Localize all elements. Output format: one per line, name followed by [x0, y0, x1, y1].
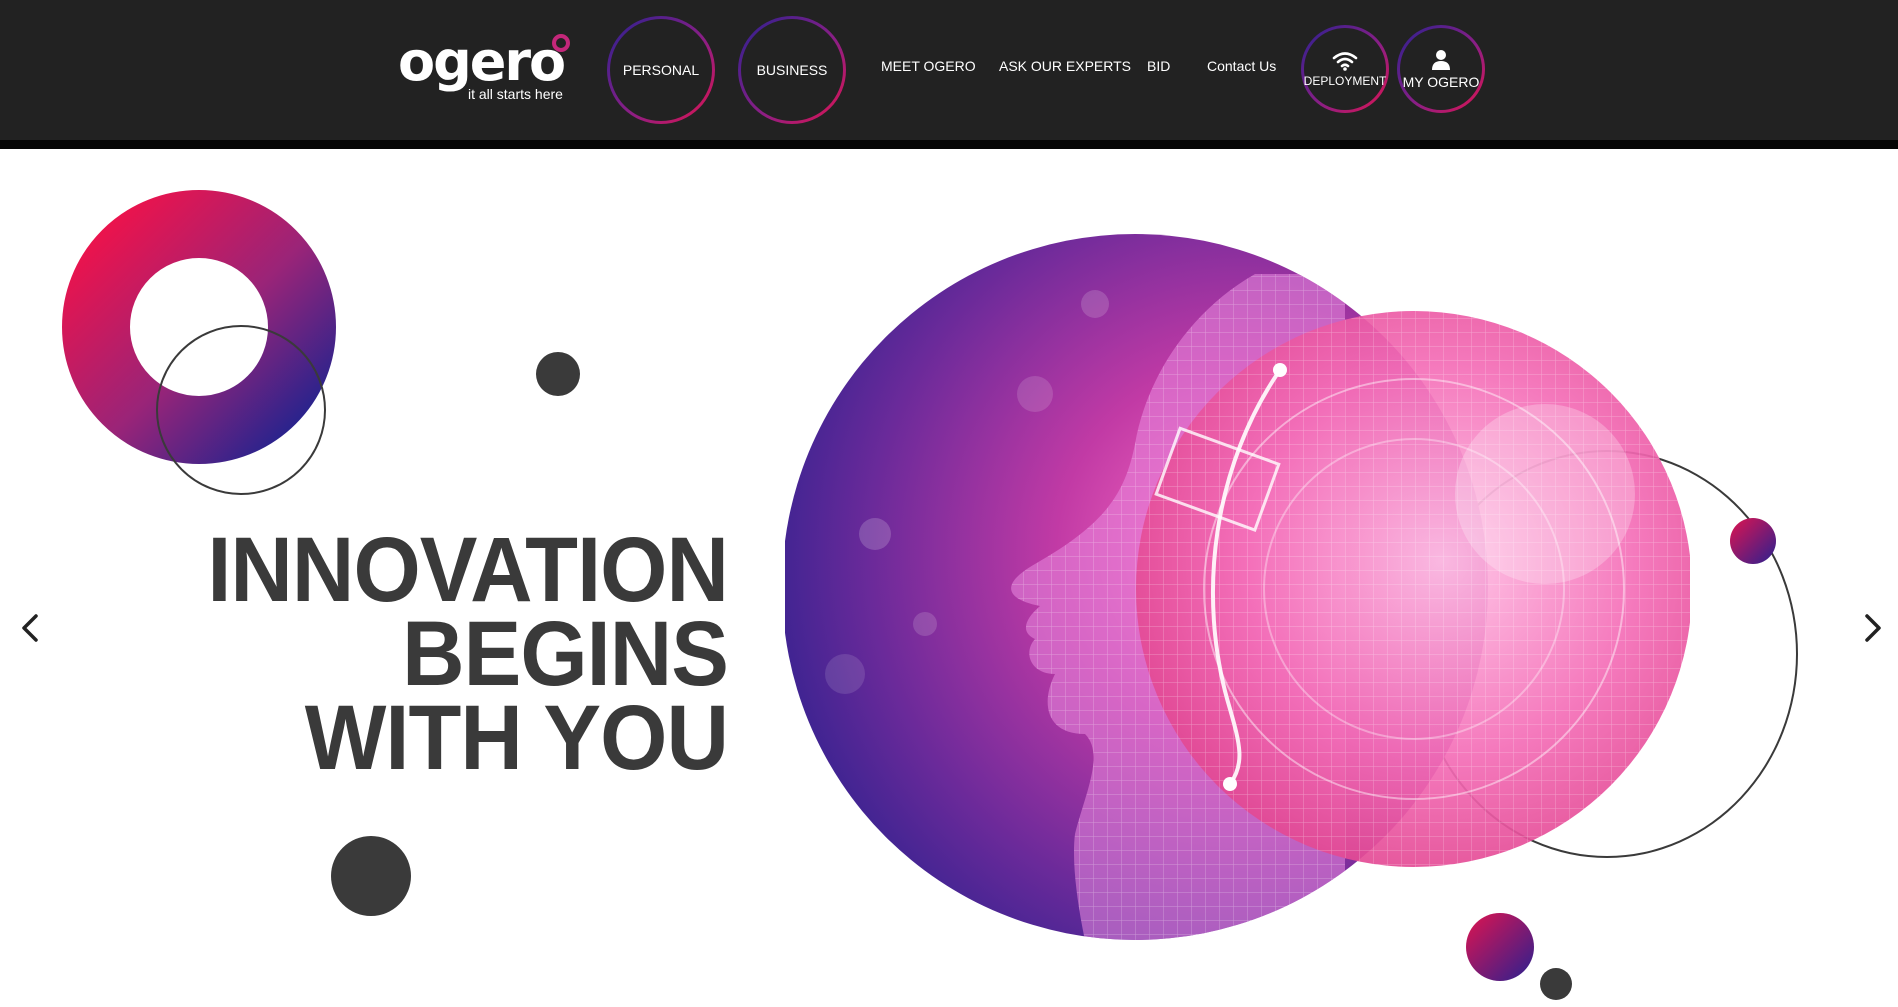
deployment-label: DEPLOYMENT	[1303, 73, 1387, 88]
hero-headline: INNOVATION BEGINS WITH YOU	[156, 519, 729, 789]
top-navigation-bar: ogero it all starts here PERSONAL BUSINE…	[0, 0, 1898, 140]
nav-contact-us[interactable]: Contact Us	[1207, 58, 1276, 74]
hero-headline-line-3: WITH YOU	[304, 687, 729, 789]
deployment-button[interactable]: DEPLOYMENT	[1301, 25, 1389, 113]
dark-dot-decoration-large	[331, 836, 411, 916]
wifi-icon	[1332, 51, 1358, 71]
gradient-dot-decoration-bottom	[1466, 913, 1534, 981]
nav-ask-our-experts[interactable]: ASK OUR EXPERTS	[999, 58, 1131, 74]
carousel-prev-button[interactable]	[8, 608, 52, 652]
hero-illustration	[782, 234, 1692, 940]
logo-wordmark: ogero	[398, 30, 566, 93]
my-ogero-label: MY OGERO	[1402, 73, 1480, 90]
header-divider	[0, 140, 1898, 149]
nav-meet-ogero[interactable]: MEET OGERO	[881, 58, 976, 74]
hero-headline-line-2: BEGINS	[402, 603, 729, 705]
personal-label: PERSONAL	[622, 62, 700, 78]
dark-dot-decoration	[536, 352, 580, 396]
gradient-dot-decoration	[1730, 518, 1776, 564]
chevron-left-icon	[20, 613, 40, 648]
business-button[interactable]: BUSINESS	[738, 16, 846, 124]
logo-dot-mark	[552, 34, 570, 52]
personal-button[interactable]: PERSONAL	[607, 16, 715, 124]
carousel-next-button[interactable]	[1851, 608, 1895, 652]
my-ogero-button[interactable]: MY OGERO	[1397, 25, 1485, 113]
logo-tagline: it all starts here	[468, 86, 563, 102]
chevron-right-icon	[1863, 613, 1883, 648]
ogero-logo[interactable]: ogero it all starts here	[398, 30, 578, 108]
business-label: BUSINESS	[756, 62, 828, 78]
hero-headline-line-1: INNOVATION	[207, 519, 729, 621]
user-icon	[1431, 49, 1451, 71]
nav-bid[interactable]: BID	[1147, 58, 1170, 74]
dark-dot-decoration-small	[1540, 968, 1572, 1000]
outline-circle-decoration	[156, 325, 326, 495]
